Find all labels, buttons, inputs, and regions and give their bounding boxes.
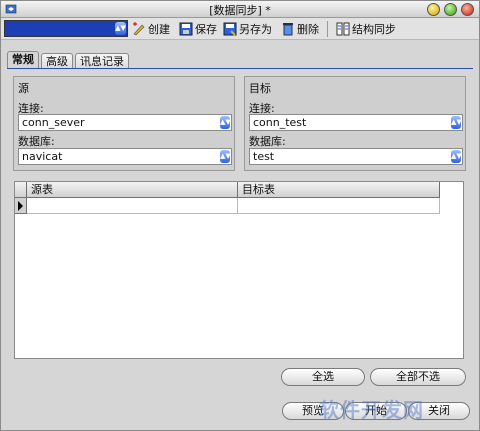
save-icon — [179, 22, 193, 36]
save-as-icon — [223, 22, 237, 36]
source-database-select[interactable]: navicat ▲▼ — [18, 148, 232, 165]
grid-corner — [15, 182, 27, 198]
structure-sync-icon — [336, 22, 350, 36]
target-connection-value: conn_test — [253, 116, 307, 129]
tab-bar: 常规 高级 讯息记录 — [7, 51, 131, 69]
structure-sync-label: 结构同步 — [352, 23, 396, 36]
target-group: 目标 连接: conn_test ▲▼ 数据库: test ▲▼ — [244, 76, 466, 171]
tab-general[interactable]: 常规 — [7, 51, 39, 69]
chevron-updown-icon: ▲▼ — [451, 116, 462, 129]
source-database-value: navicat — [22, 150, 63, 163]
source-title: 源 — [18, 82, 29, 95]
save-label: 保存 — [195, 23, 217, 36]
profile-select[interactable]: ▲▼ — [4, 20, 128, 37]
window-title: [数据同步] * — [209, 4, 271, 17]
source-database-label: 数据库: — [18, 135, 55, 148]
row-pointer-icon — [15, 198, 27, 214]
source-table-cell[interactable] — [27, 198, 238, 214]
new-label: 创建 — [148, 23, 170, 36]
column-header-source-table[interactable]: 源表 — [27, 182, 238, 198]
title-bar: [数据同步] * — [1, 1, 479, 18]
watermark: 软件开发网 — [319, 398, 424, 422]
trash-icon — [283, 23, 293, 36]
delete-label: 删除 — [297, 23, 319, 36]
new-icon — [133, 22, 145, 36]
grid-header: 源表 目标表 — [15, 182, 463, 198]
structure-sync-button[interactable]: 结构同步 — [336, 21, 396, 37]
source-group: 源 连接: conn_sever ▲▼ 数据库: navicat ▲▼ — [13, 76, 235, 171]
target-database-label: 数据库: — [249, 135, 286, 148]
chevron-updown-icon: ▲▼ — [220, 150, 231, 163]
table-mapping-grid[interactable]: 源表 目标表 — [14, 181, 464, 359]
target-table-cell[interactable] — [238, 198, 440, 214]
source-connection-value: conn_sever — [22, 116, 85, 129]
deselect-all-button[interactable]: 全部不选 — [370, 368, 466, 386]
target-database-select[interactable]: test ▲▼ — [249, 148, 463, 165]
tab-divider — [7, 68, 473, 69]
data-sync-window: [数据同步] * ▲▼ 创建 保存 另存为 删除 结构同步 常规 高级 讯息记录… — [0, 0, 480, 431]
toolbar: ▲▼ 创建 保存 另存为 删除 结构同步 — [1, 18, 479, 40]
target-title: 目标 — [249, 82, 271, 95]
chevron-updown-icon: ▲▼ — [115, 22, 126, 35]
maximize-button[interactable] — [444, 3, 457, 16]
save-as-button[interactable]: 另存为 — [223, 21, 272, 37]
select-all-button[interactable]: 全选 — [281, 368, 365, 386]
table-row[interactable] — [15, 198, 463, 214]
source-connection-select[interactable]: conn_sever ▲▼ — [18, 114, 232, 131]
target-connection-select[interactable]: conn_test ▲▼ — [249, 114, 463, 131]
minimize-button[interactable] — [427, 3, 440, 16]
target-database-value: test — [253, 150, 275, 163]
new-button[interactable]: 创建 — [132, 21, 170, 37]
delete-button[interactable]: 删除 — [281, 21, 319, 37]
chevron-updown-icon: ▲▼ — [451, 150, 462, 163]
save-as-label: 另存为 — [239, 23, 272, 36]
toolbar-separator — [327, 21, 328, 37]
close-window-button[interactable] — [461, 3, 474, 16]
tab-advanced[interactable]: 高级 — [41, 53, 73, 69]
save-button[interactable]: 保存 — [179, 21, 217, 37]
column-header-target-table[interactable]: 目标表 — [238, 182, 440, 198]
tab-message-log[interactable]: 讯息记录 — [75, 53, 129, 69]
chevron-updown-icon: ▲▼ — [220, 116, 231, 129]
